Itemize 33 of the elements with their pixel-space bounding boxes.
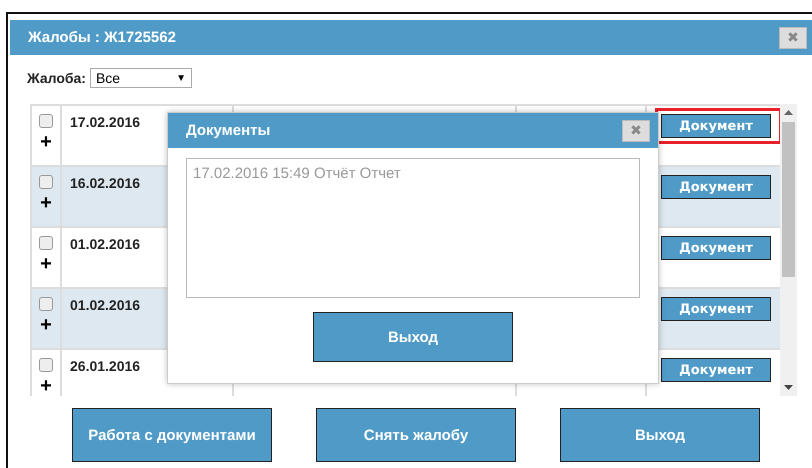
exit-button[interactable]: Выход <box>313 312 513 362</box>
document-button[interactable]: Документ <box>661 358 771 382</box>
scrollbar[interactable] <box>780 104 797 396</box>
document-button[interactable]: Документ <box>661 236 771 260</box>
row-checkbox[interactable] <box>39 114 53 128</box>
date-cell: 16.02.2016 <box>70 175 140 191</box>
row-checkbox[interactable] <box>39 175 53 189</box>
filter-label: Жалоба: <box>27 70 86 86</box>
row-checkbox[interactable] <box>39 358 53 372</box>
date-cell: 01.02.2016 <box>70 297 140 313</box>
expand-toggle[interactable]: + <box>40 133 52 151</box>
complaint-dropdown[interactable]: Все ▼ <box>90 68 192 88</box>
expand-toggle[interactable]: + <box>40 194 52 212</box>
expand-toggle[interactable]: + <box>40 316 52 334</box>
date-cell: 01.02.2016 <box>70 236 140 252</box>
expand-toggle[interactable]: + <box>40 377 52 395</box>
action-button[interactable]: Работа с документами <box>72 408 272 462</box>
document-button[interactable]: Документ <box>661 297 771 321</box>
document-item[interactable]: 17.02.2016 15:49 Отчёт Отчет <box>193 165 633 182</box>
close-button[interactable]: ✖ <box>779 26 807 48</box>
action-button[interactable]: Снять жалобу <box>316 408 516 462</box>
window-title: Жалобы : Ж1725562 <box>28 29 176 46</box>
document-button[interactable]: Документ <box>661 114 771 138</box>
document-button[interactable]: Документ <box>661 175 771 199</box>
date-cell: 17.02.2016 <box>70 114 140 130</box>
action-button[interactable]: Выход <box>560 408 760 462</box>
expand-toggle[interactable]: + <box>40 255 52 273</box>
dialog-title: Документы <box>186 122 270 139</box>
documents-list[interactable]: 17.02.2016 15:49 Отчёт Отчет <box>186 158 640 298</box>
close-button[interactable]: ✖ <box>622 120 650 142</box>
date-cell: 26.01.2016 <box>70 358 140 374</box>
row-checkbox[interactable] <box>39 297 53 311</box>
row-checkbox[interactable] <box>39 236 53 250</box>
